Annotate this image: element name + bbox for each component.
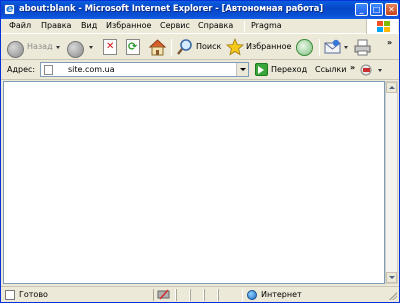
status-cell [176, 289, 190, 301]
refresh-button[interactable]: ⟳ [125, 38, 142, 57]
mail-dropdown-icon [344, 46, 348, 49]
status-cell-offline [153, 289, 176, 301]
status-cell [204, 289, 218, 301]
standard-toolbar: Назад ✕ ⟳ Поиск Избранное » [1, 35, 399, 60]
go-button[interactable]: Переход [271, 65, 307, 74]
back-label: Назад [27, 42, 53, 51]
ie-window: about:blank - Microsoft Internet Explore… [0, 0, 400, 303]
title-bar[interactable]: about:blank - Microsoft Internet Explore… [1, 1, 399, 19]
windows-logo-icon [366, 19, 398, 34]
history-icon [296, 39, 313, 56]
status-bar: Готово Интернет [1, 286, 399, 302]
search-icon [177, 39, 192, 55]
offline-icon [157, 289, 170, 300]
menu-edit[interactable]: Правка [41, 21, 71, 30]
menu-tools[interactable]: Сервис [160, 21, 190, 30]
back-button[interactable]: Назад [5, 38, 63, 58]
address-label: Адрес: [7, 65, 36, 74]
page-icon [44, 65, 53, 75]
printer-icon [354, 39, 371, 56]
star-icon [226, 37, 244, 56]
extension-icon[interactable] [360, 63, 376, 77]
menu-bar: Файл Правка Вид Избранное Сервис Справка… [1, 19, 399, 34]
window-title: about:blank - Microsoft Internet Explore… [19, 4, 324, 14]
links-chevron-icon[interactable]: » [350, 63, 355, 72]
favorites-label: Избранное [246, 42, 292, 51]
menu-file[interactable]: Файл [9, 21, 31, 30]
back-dropdown-icon [56, 46, 60, 49]
resize-grip-icon[interactable] [389, 292, 397, 300]
menu-separator [244, 21, 245, 32]
home-icon [148, 39, 167, 56]
toolbar-chevron-icon[interactable]: » [387, 38, 392, 47]
security-zone-text: Интернет [261, 290, 302, 299]
ie-logo-icon [4, 2, 15, 15]
address-bar: Адрес: site.com.ua Переход Ссылки » [1, 60, 399, 80]
status-cell [218, 289, 243, 301]
links-label[interactable]: Ссылки [315, 65, 346, 74]
home-button[interactable] [148, 38, 167, 57]
menu-help[interactable]: Справка [198, 21, 233, 30]
close-button[interactable]: ✕ [385, 3, 398, 16]
history-button[interactable] [296, 38, 314, 57]
print-button[interactable] [353, 38, 373, 57]
forward-dropdown-icon [89, 46, 93, 49]
scroll-down-icon[interactable] [386, 272, 397, 283]
back-arrow-icon [7, 41, 24, 58]
page-status-icon [5, 290, 15, 300]
internet-zone-icon [247, 290, 257, 300]
favorites-button[interactable]: Избранное [226, 37, 292, 57]
search-button[interactable]: Поиск [176, 38, 222, 57]
minimize-button[interactable]: _ [355, 3, 368, 16]
stop-button[interactable]: ✕ [102, 38, 119, 57]
status-text: Готово [19, 290, 48, 299]
mail-button[interactable] [324, 38, 350, 57]
scroll-up-icon[interactable] [386, 82, 397, 93]
address-dropdown-icon[interactable] [236, 63, 248, 76]
vertical-scrollbar[interactable] [385, 81, 398, 284]
maximize-button[interactable]: □ [370, 3, 383, 16]
search-label: Поиск [196, 42, 222, 51]
menu-view[interactable]: Вид [81, 21, 97, 30]
status-cell [190, 289, 204, 301]
go-arrow-icon[interactable] [255, 63, 268, 76]
mail-icon [324, 39, 341, 54]
menu-favorites[interactable]: Избранное [106, 21, 151, 30]
forward-arrow-icon [67, 41, 84, 58]
forward-button[interactable] [67, 38, 97, 58]
extension-dropdown-icon[interactable] [378, 69, 382, 72]
address-value: site.com.ua [68, 65, 115, 74]
menu-pragma[interactable]: Pragma [251, 21, 282, 30]
address-input[interactable]: site.com.ua [40, 62, 249, 77]
page-content[interactable] [3, 81, 385, 284]
